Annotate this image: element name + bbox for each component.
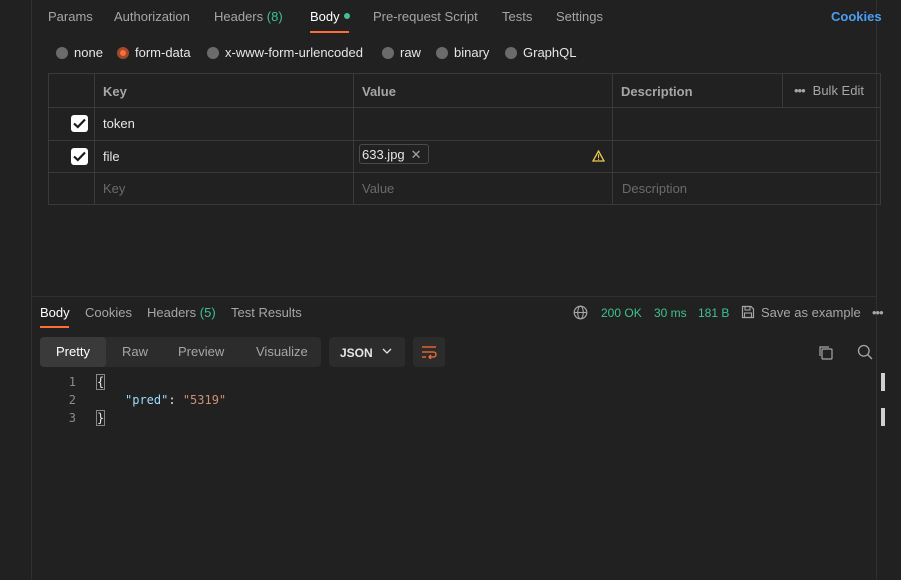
file-name: 633.jpg [362,147,405,162]
row-divider [49,107,880,108]
modified-dot-icon [343,13,350,19]
scrollbar-marker[interactable] [881,373,885,391]
tab-headers[interactable]: Headers (8) [214,9,283,24]
file-chip[interactable]: 633.jpg ✕ [359,144,429,164]
radio-circle-icon [382,47,394,59]
row-divider [49,172,880,173]
column-header-key: Key [103,84,127,99]
remove-file-icon[interactable]: ✕ [411,147,422,162]
warning-icon[interactable] [592,150,605,162]
radio-binary-label: binary [454,45,490,60]
copy-icon[interactable] [818,345,833,360]
format-select-value: JSON [340,346,373,360]
radio-urlencoded-label: x-www-form-urlencoded [225,45,363,60]
line-number: 1 [68,375,76,389]
response-tab-headers[interactable]: Headers (5) [147,305,216,320]
tab-headers-label: Headers [214,9,264,24]
radio-selected-icon [117,47,129,59]
bulk-edit-label: Bulk Edit [812,83,864,98]
radio-urlencoded[interactable]: x-www-form-urlencoded [207,45,363,60]
response-tab-test-results[interactable]: Test Results [231,305,302,320]
left-rail [0,0,32,580]
radio-graphql[interactable]: GraphQL [505,45,576,60]
tab-headers-count: (8) [266,9,283,24]
tab-body-label: Body [310,9,340,24]
json-value: "5319" [182,393,227,407]
view-pretty-button[interactable]: Pretty [56,344,90,359]
tab-authorization[interactable]: Authorization [114,9,190,24]
save-as-example-button[interactable]: Save as example [741,305,861,320]
radio-raw-label: raw [400,45,421,60]
tab-tests[interactable]: Tests [502,9,532,24]
radio-circle-icon [56,47,68,59]
column-divider [782,74,783,107]
chevron-down-icon [382,348,392,354]
response-body-viewer[interactable]: 1 2 3 { "pred": "5319" } [32,372,877,432]
active-tab-underline [310,31,349,33]
checkmark-icon [73,118,86,129]
radio-circle-icon [207,47,219,59]
form-data-table: Key Value Description ••• Bulk Edit token… [48,73,881,205]
response-size[interactable]: 181 B [698,306,729,320]
search-icon[interactable] [857,344,873,360]
radio-form-data[interactable]: form-data [117,45,191,60]
radio-none[interactable]: none [56,45,103,60]
view-preview-button[interactable]: Preview [178,344,224,359]
more-horizontal-icon: ••• [794,83,806,98]
json-key: "pred" [125,393,169,407]
radio-raw[interactable]: raw [382,45,421,60]
cookies-link[interactable]: Cookies [831,9,882,24]
radio-none-label: none [74,45,103,60]
radio-binary[interactable]: binary [436,45,489,60]
view-mode-selector: Pretty Raw Preview Visualize [40,337,321,367]
row-checkbox[interactable] [71,115,88,132]
status-code[interactable]: 200 OK [601,306,642,320]
radio-graphql-label: GraphQL [523,45,577,60]
json-line: "pred": "5319" [125,393,226,407]
response-active-underline [40,326,69,328]
scrollbar-marker[interactable] [881,408,885,426]
save-icon [741,305,755,319]
radio-form-data-label: form-data [135,45,191,60]
globe-icon[interactable] [573,305,588,320]
line-number: 2 [68,393,76,407]
json-colon: : [168,393,183,407]
request-tabs: Params Authorization Headers (8) Body Pr… [32,0,877,34]
wrap-lines-icon [422,346,437,359]
response-tab-cookies[interactable]: Cookies [85,305,132,320]
row-checkbox[interactable] [71,148,88,165]
bulk-edit-button[interactable]: ••• Bulk Edit [794,83,864,98]
view-raw-button[interactable]: Raw [122,344,148,359]
radio-circle-icon [436,47,448,59]
column-header-description: Description [621,84,693,99]
tab-prerequest-script[interactable]: Pre-request Script [373,9,478,24]
new-key-input[interactable]: Key [103,181,125,196]
radio-circle-icon [505,47,517,59]
wrap-lines-button[interactable] [413,337,445,367]
response-tab-headers-count: (5) [199,305,216,320]
response-divider[interactable] [32,296,877,297]
tab-body[interactable]: Body [310,9,350,24]
row-key[interactable]: file [103,149,120,164]
tab-settings[interactable]: Settings [556,9,603,24]
more-options-icon[interactable]: ••• [872,305,884,320]
save-as-example-label: Save as example [761,305,861,320]
tab-params[interactable]: Params [48,9,93,24]
new-description-input[interactable]: Description [622,181,687,196]
response-tab-body[interactable]: Body [40,305,70,320]
response-tab-headers-label: Headers [147,305,197,320]
line-number: 3 [68,411,76,425]
view-visualize-button[interactable]: Visualize [256,344,308,359]
json-close-brace: } [95,410,106,426]
row-key[interactable]: token [103,116,135,131]
json-open-brace: { [95,374,106,390]
response-time[interactable]: 30 ms [654,306,687,320]
format-select[interactable]: JSON [329,337,405,367]
checkmark-icon [73,151,86,162]
row-divider [49,140,880,141]
column-header-value: Value [362,84,396,99]
new-value-input[interactable]: Value [362,181,394,196]
